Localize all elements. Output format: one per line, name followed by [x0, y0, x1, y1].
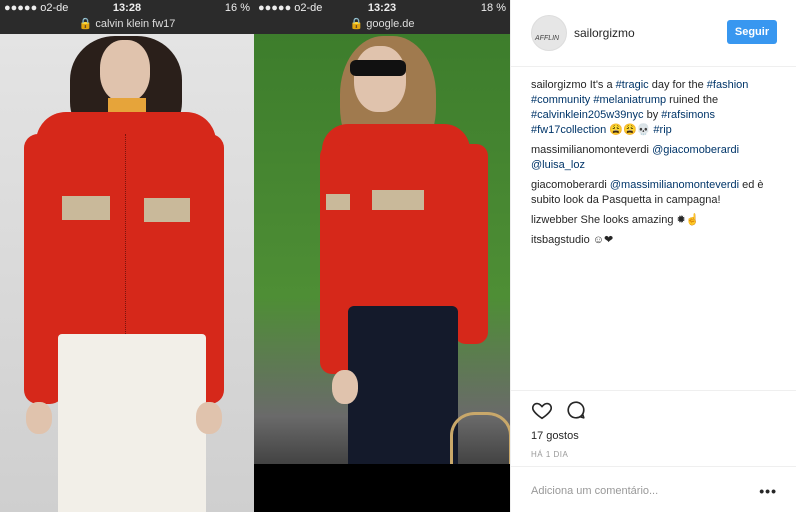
avatar[interactable]: AFFLIN	[531, 15, 567, 51]
avatar-text: AFFLIN	[535, 35, 560, 42]
caption-text: day for the	[648, 79, 707, 91]
post-image[interactable]: ●●●●● o2-de 13:28 16 % 🔒 calvin klein fw…	[0, 0, 510, 512]
comment: itsbagstudio ☺❤	[531, 233, 779, 248]
comment-text: ☺❤	[592, 234, 614, 246]
left-screenshot: ●●●●● o2-de 13:28 16 % 🔒 calvin klein fw…	[0, 0, 254, 512]
caption-emoji: 😩😩💀	[606, 124, 654, 136]
pocket-flap	[144, 198, 190, 222]
hashtag[interactable]: #community	[531, 94, 590, 106]
caption-text: ruined the	[666, 94, 719, 106]
comment-icon[interactable]	[565, 399, 587, 421]
woman-hand	[332, 370, 358, 404]
actions-divider	[511, 390, 796, 392]
comment-user[interactable]: lizwebber	[531, 214, 577, 226]
url-text: google.de	[366, 18, 415, 30]
dark-trousers	[348, 306, 458, 476]
comment-user[interactable]: giacomoberardi	[531, 179, 607, 191]
mention[interactable]: @giacomoberardi	[652, 144, 739, 156]
status-bar: ●●●●● o2-de 13:23 18 % 🔒 google.de	[254, 0, 510, 34]
pocket-flap	[62, 196, 110, 220]
url-bar: 🔒 google.de	[254, 17, 510, 30]
hashtag[interactable]: #rip	[653, 124, 671, 136]
url-bar: 🔒 calvin klein fw17	[0, 17, 254, 30]
battery: 16 %	[224, 2, 250, 14]
username[interactable]: sailorgizmo	[574, 26, 635, 40]
caption-text: It's a	[589, 79, 616, 91]
comment-user[interactable]: massimilianomonteverdi	[531, 144, 649, 156]
more-options-icon[interactable]: •••	[759, 483, 777, 499]
button-placket	[125, 134, 130, 334]
comment-user[interactable]: itsbagstudio	[531, 234, 590, 246]
comments-list: sailorgizmo It's a #tragic day for the #…	[531, 78, 779, 253]
hashtag[interactable]: #calvinklein205w39nyc	[531, 109, 644, 121]
comment-text: She looks amazing ✹☝	[580, 214, 700, 226]
clock: 13:23	[367, 2, 397, 14]
mention[interactable]: @luisa_loz	[531, 159, 585, 171]
lock-icon: 🔒	[349, 18, 364, 30]
comment: lizwebber She looks amazing ✹☝	[531, 213, 779, 228]
hashtag[interactable]: #melaniatrump	[593, 94, 666, 106]
woman-face	[354, 46, 406, 112]
battery: 18 %	[480, 2, 506, 14]
model-face	[100, 40, 150, 102]
comment: giacomoberardi @massimilianomonteverdi e…	[531, 178, 779, 208]
clock: 13:28	[112, 2, 142, 14]
post-sidebar: AFFLIN sailorgizmo Seguir sailorgizmo It…	[510, 0, 796, 512]
pocket-flap	[372, 190, 424, 210]
black-bar	[254, 464, 510, 512]
caption-user[interactable]: sailorgizmo	[531, 79, 587, 91]
hashtag[interactable]: #rafsimons	[661, 109, 715, 121]
post-header: AFFLIN sailorgizmo Seguir	[511, 0, 796, 67]
right-sleeve	[454, 144, 488, 344]
status-bar: ●●●●● o2-de 13:28 16 % 🔒 calvin klein fw…	[0, 0, 254, 34]
heart-icon[interactable]	[531, 399, 553, 421]
caption: sailorgizmo It's a #tragic day for the #…	[531, 78, 779, 138]
post-date: HÁ 1 DIA	[531, 450, 569, 459]
hashtag[interactable]: #fashion	[707, 79, 749, 91]
follow-button[interactable]: Seguir	[727, 20, 777, 44]
model-hand	[26, 402, 52, 434]
comment: massimilianomonteverdi @giacomoberardi @…	[531, 143, 779, 173]
right-screenshot: ●●●●● o2-de 13:23 18 % 🔒 google.de	[254, 0, 510, 512]
hashtag[interactable]: #tragic	[616, 79, 649, 91]
caption-text: by	[643, 109, 662, 121]
add-comment-input[interactable]: Adiciona um comentário...	[531, 485, 658, 497]
sunglasses	[350, 60, 406, 76]
handbag	[450, 412, 510, 470]
pocket-flap	[326, 194, 350, 210]
lawn-photo	[254, 34, 510, 512]
likes-count[interactable]: 17 gostos	[531, 430, 579, 442]
add-comment-bar: Adiciona um comentário... •••	[511, 466, 796, 513]
runway-photo	[0, 34, 254, 512]
white-trousers	[58, 334, 206, 512]
model-hand	[196, 402, 222, 434]
hashtag[interactable]: #fw17collection	[531, 124, 606, 136]
mention[interactable]: @massimilianomonteverdi	[610, 179, 739, 191]
lock-icon: 🔒	[78, 18, 93, 30]
url-text: calvin klein fw17	[95, 18, 176, 30]
